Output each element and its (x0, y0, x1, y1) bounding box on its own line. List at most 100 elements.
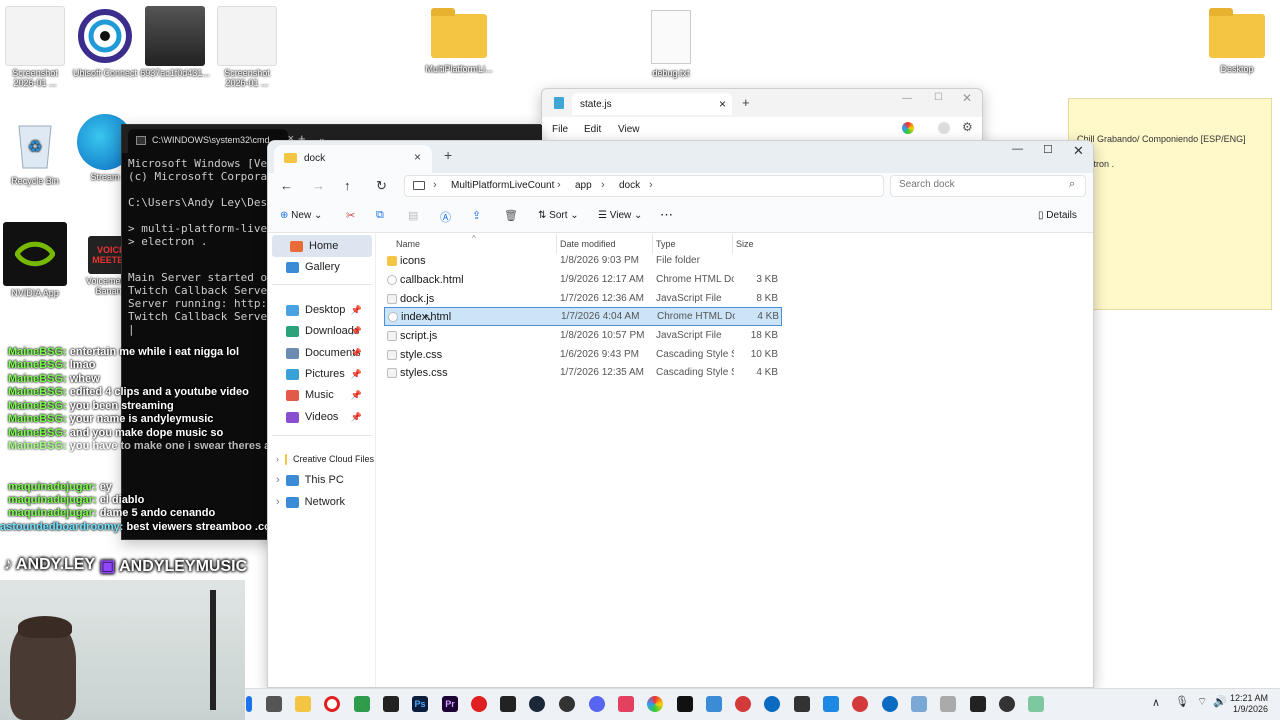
gear-icon[interactable]: ⚙ (962, 120, 973, 134)
forward-arrow-icon[interactable]: → (312, 178, 325, 193)
minimize-icon[interactable]: — (1012, 143, 1023, 155)
sidebar-item-this-pc[interactable]: › This PC (268, 469, 368, 491)
paste-icon[interactable]: ▤ (408, 209, 418, 222)
breadcrumb-item[interactable]: app (575, 180, 592, 191)
close-tab-icon[interactable]: × (719, 97, 726, 111)
sidebar-item-home[interactable]: Home (272, 235, 372, 257)
vscode-icon[interactable] (706, 696, 722, 712)
close-icon[interactable]: ✕ (962, 91, 972, 105)
explorer-tab[interactable]: dock × (274, 145, 432, 173)
app-icon[interactable] (911, 696, 927, 712)
discord-icon[interactable] (589, 696, 605, 712)
new-button[interactable]: ⊕ New ⌄ (280, 210, 322, 221)
delete-icon[interactable]: 🗑 (504, 209, 518, 222)
chevron-up-icon[interactable]: ∧ (1152, 696, 1160, 709)
steam-icon[interactable] (529, 696, 545, 712)
instagram-icon[interactable] (618, 696, 634, 712)
file-explorer-window[interactable]: dock × + — ☐ ✕ ← → ↑ ↻ › MultiPlatformLi… (267, 140, 1094, 688)
breadcrumb[interactable]: › MultiPlatformLiveCount › app › dock › (404, 175, 884, 197)
refresh-icon[interactable]: ↻ (376, 178, 387, 194)
desktop-icon-screenshot-1[interactable]: Screenshot 2026-01 ... (0, 6, 70, 88)
column-header-size[interactable]: Size (736, 239, 754, 249)
notepad-window[interactable]: state.js × + — ☐ ✕ File Edit View ⚙ (541, 88, 983, 144)
close-tab-icon[interactable]: × (414, 150, 421, 164)
chrome-icon[interactable] (647, 696, 663, 712)
app-icon[interactable] (940, 696, 956, 712)
desktop-icon-recycle-bin[interactable]: ♻ Recycle Bin (0, 114, 70, 186)
menu-edit[interactable]: Edit (584, 124, 601, 135)
chevron-right-icon[interactable]: › (276, 474, 280, 486)
volume-icon[interactable]: 🔊 (1213, 695, 1227, 708)
obs-icon[interactable] (559, 696, 575, 712)
file-row[interactable]: styles.css 1/7/2026 12:35 AM Cascading S… (384, 363, 782, 382)
view-button[interactable]: ☰ View ⌄ (598, 210, 642, 221)
desktop-icon-desktop-folder[interactable]: Desktop (1202, 6, 1272, 74)
file-row[interactable]: icons 1/8/2026 9:03 PM File folder (384, 251, 782, 270)
minimize-icon[interactable]: — (902, 93, 912, 104)
desktop-icon-photo[interactable]: 6937ac1f0d431... (140, 6, 210, 78)
column-header-date[interactable]: Date modified (560, 239, 616, 249)
terminal-icon[interactable] (970, 696, 986, 712)
edge-icon[interactable] (764, 696, 780, 712)
file-row[interactable]: style.css 1/6/2026 9:43 PM Cascading Sty… (384, 345, 782, 364)
sidebar-item-downloads[interactable]: Downloads 📌 (268, 320, 368, 342)
tiktok-icon[interactable] (677, 696, 693, 712)
maximize-icon[interactable]: ☐ (934, 92, 943, 103)
chevron-right-icon[interactable]: › (276, 454, 279, 464)
search-box[interactable]: ⌕ (890, 175, 1086, 197)
breadcrumb-item[interactable]: dock (619, 180, 640, 191)
desktop-icon-folder-project[interactable]: MultiPlatformLi... (424, 6, 494, 74)
search-input[interactable] (899, 179, 1059, 190)
new-tab-icon[interactable]: + (444, 147, 452, 163)
sidebar-item-videos[interactable]: Videos 📌 (268, 406, 368, 428)
file-explorer-icon[interactable] (295, 696, 311, 712)
chevron-right-icon[interactable]: › (276, 496, 280, 508)
file-row-selected[interactable]: index.html 1/7/2026 4:04 AM Chrome HTML … (384, 307, 782, 326)
file-row[interactable]: callback.html 1/9/2026 12:17 AM Chrome H… (384, 270, 782, 289)
sidebar-item-music[interactable]: Music 📌 (268, 384, 368, 406)
desktop-icon-nvidia[interactable]: NVIDIA App (0, 222, 70, 298)
app-red-icon[interactable] (735, 696, 751, 712)
sort-button[interactable]: ⇅ Sort ⌄ (538, 210, 579, 221)
desktop-icon-debug[interactable]: debug.txt (636, 6, 706, 78)
search-icon[interactable]: ⌕ (1069, 178, 1075, 191)
breadcrumb-item[interactable]: MultiPlatformLiveCount (451, 180, 554, 191)
microphone-icon[interactable]: 🎙 (1175, 695, 1189, 708)
details-button[interactable]: ▯ Details (1038, 210, 1077, 221)
record-icon[interactable] (471, 696, 487, 712)
wifi-icon[interactable]: ⌔ (1197, 695, 1207, 709)
column-header-type[interactable]: Type (656, 239, 676, 249)
copilot-icon[interactable] (902, 122, 914, 134)
epic-games-icon[interactable] (500, 696, 516, 712)
desktop-icon-ubisoft[interactable]: Ubisoft Connect (70, 6, 140, 78)
clock[interactable]: 12:21 AM 1/9/2026 (1226, 693, 1268, 715)
more-options-icon[interactable]: ⋯ (660, 207, 673, 223)
opera-icon[interactable] (324, 696, 340, 712)
file-row[interactable]: dock.js 1/7/2026 12:36 AM JavaScript Fil… (384, 289, 782, 308)
sidebar-item-desktop[interactable]: Desktop 📌 (268, 299, 368, 321)
share-icon[interactable]: ⇪ (472, 209, 481, 222)
notepad-icon[interactable] (1028, 696, 1044, 712)
avatar[interactable] (938, 122, 950, 134)
sidebar-item-gallery[interactable]: Gallery (268, 256, 368, 278)
gear-icon[interactable] (999, 696, 1015, 712)
menu-file[interactable]: File (552, 124, 568, 135)
maximize-icon[interactable]: ☐ (1043, 143, 1053, 156)
copy-icon[interactable]: ⧉ (376, 209, 384, 222)
sticky-note[interactable]: Chill Grabando/ Componiendo [ESP/ENG] el… (1068, 98, 1272, 310)
screenshot-icon[interactable] (823, 696, 839, 712)
menu-view[interactable]: View (618, 124, 640, 135)
back-arrow-icon[interactable]: ← (280, 178, 293, 193)
cut-icon[interactable]: ✂ (346, 209, 355, 222)
notepad-taskbar-icon[interactable] (794, 696, 810, 712)
edge-icon[interactable] (882, 696, 898, 712)
premiere-icon[interactable]: Pr (442, 696, 458, 712)
start-icon[interactable] (246, 696, 252, 712)
column-header-name[interactable]: Name (396, 239, 420, 249)
app-red-icon[interactable] (852, 696, 868, 712)
sidebar-item-documents[interactable]: Documents 📌 (268, 342, 368, 364)
photoshop-icon[interactable]: Ps (412, 696, 428, 712)
file-row[interactable]: script.js 1/8/2026 10:57 PM JavaScript F… (384, 326, 782, 345)
app-icon[interactable] (383, 696, 399, 712)
sidebar-item-network[interactable]: › Network (268, 491, 368, 513)
